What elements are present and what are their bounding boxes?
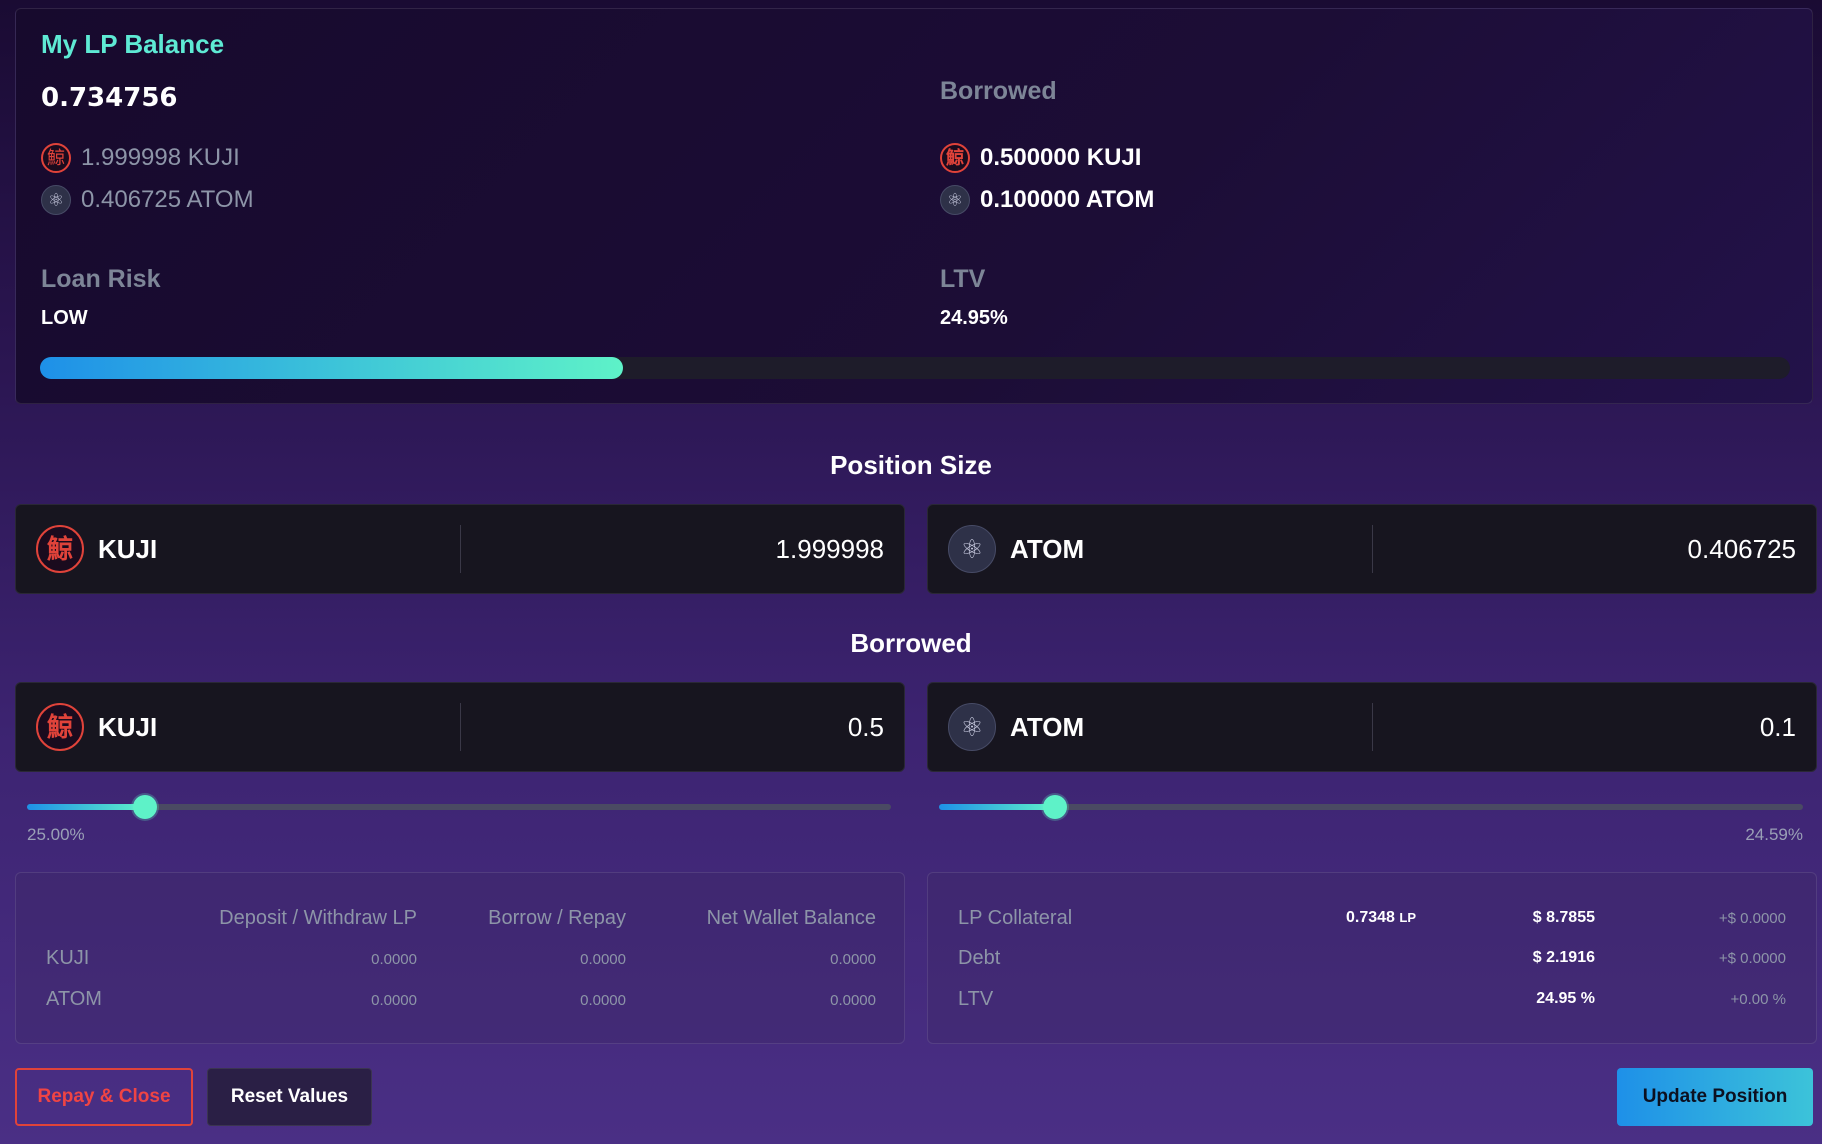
borrowed-atom-token-label: ATOM bbox=[1010, 711, 1085, 742]
col-header-deposit: Deposit / Withdraw LP bbox=[219, 907, 417, 929]
borrow-kuji-slider-label: 25.00% bbox=[27, 825, 85, 844]
debt-usd: $ 2.1916 bbox=[1532, 949, 1595, 966]
col-header-net: Net Wallet Balance bbox=[706, 907, 876, 929]
debt-label: Debt bbox=[958, 947, 1001, 969]
borrowed-token-kuji: 鯨 0.500000 KUJI bbox=[940, 143, 1141, 173]
position-size-heading: Position Size bbox=[830, 450, 992, 480]
ltv-label: LTV bbox=[940, 265, 986, 293]
lp-balance-amount: 0.734756 bbox=[41, 83, 178, 113]
lp-token-atom-text: 0.406725 ATOM bbox=[81, 186, 254, 213]
change-table-card: Deposit / Withdraw LP Borrow / Repay Net… bbox=[15, 872, 905, 1044]
borrowed-kuji-input[interactable]: 鯨 KUJI 0.5 bbox=[15, 682, 905, 772]
row-label-kuji: KUJI bbox=[46, 947, 90, 969]
borrow-atom-slider[interactable] bbox=[939, 795, 1803, 819]
atom-icon: ⚛ bbox=[948, 525, 996, 573]
borrowed-summary-title: Borrowed bbox=[940, 77, 1057, 105]
row-label-atom: ATOM bbox=[46, 988, 102, 1010]
borrow-kuji-slider[interactable] bbox=[27, 795, 891, 819]
position-atom-input[interactable]: ⚛ ATOM 0.406725 bbox=[927, 504, 1817, 594]
borrowed-token-kuji-text: 0.500000 KUJI bbox=[980, 144, 1142, 171]
atom-icon: ⚛ bbox=[948, 703, 996, 751]
repay-close-button[interactable]: Repay & Close bbox=[15, 1068, 193, 1126]
slider-thumb[interactable] bbox=[132, 795, 157, 819]
atom-icon: ⚛ bbox=[41, 185, 71, 215]
lp-collateral-label: LP Collateral bbox=[958, 907, 1073, 929]
input-divider bbox=[1372, 525, 1373, 573]
position-kuji-token: 鯨 KUJI bbox=[36, 505, 157, 593]
stats-ltv-delta: +0.00 % bbox=[1730, 991, 1786, 1008]
lp-collateral-amount: 0.7348 LP bbox=[1346, 909, 1416, 927]
lp-collateral-unit: LP bbox=[1399, 910, 1416, 925]
slider-thumb[interactable] bbox=[1042, 795, 1067, 819]
lp-token-kuji: 鯨 1.999998 KUJI bbox=[41, 143, 240, 173]
debt-delta: +$ 0.0000 bbox=[1718, 950, 1786, 967]
atom-icon: ⚛ bbox=[940, 185, 970, 215]
loan-risk-value: LOW bbox=[41, 307, 88, 329]
table-cell: 0.0000 bbox=[830, 951, 876, 968]
loan-risk-progress-fill bbox=[40, 357, 623, 379]
position-atom-token: ⚛ ATOM bbox=[948, 505, 1084, 593]
borrowed-atom-input[interactable]: ⚛ ATOM 0.1 bbox=[927, 682, 1817, 772]
col-header-borrow: Borrow / Repay bbox=[488, 907, 626, 929]
borrowed-kuji-token: 鯨 KUJI bbox=[36, 683, 157, 771]
table-cell: 0.0000 bbox=[580, 951, 626, 968]
lp-balance-card: My LP Balance 0.734756 鯨 1.999998 KUJI ⚛… bbox=[15, 8, 1813, 404]
borrowed-token-atom: ⚛ 0.100000 ATOM bbox=[940, 185, 1154, 215]
borrowed-kuji-value[interactable]: 0.5 bbox=[848, 683, 884, 771]
stats-ltv-value: 24.95 % bbox=[1536, 990, 1595, 1007]
ltv-value: 24.95% bbox=[940, 307, 1008, 329]
borrowed-atom-token: ⚛ ATOM bbox=[948, 683, 1084, 771]
loan-risk-label: Loan Risk bbox=[41, 265, 161, 293]
table-cell: 0.0000 bbox=[580, 992, 626, 1009]
borrow-atom-slider-label: 24.59% bbox=[1745, 825, 1803, 844]
kuji-icon: 鯨 bbox=[36, 703, 84, 751]
kuji-icon: 鯨 bbox=[41, 143, 71, 173]
reset-values-button[interactable]: Reset Values bbox=[207, 1068, 372, 1126]
position-atom-token-label: ATOM bbox=[1010, 533, 1085, 564]
kuji-icon: 鯨 bbox=[940, 143, 970, 173]
input-divider bbox=[460, 703, 461, 751]
position-stats-card: LP Collateral 0.7348 LP $ 8.7855 +$ 0.00… bbox=[927, 872, 1817, 1044]
lp-collateral-usd: $ 8.7855 bbox=[1532, 909, 1595, 926]
slider-fill bbox=[939, 804, 1055, 810]
update-position-button[interactable]: Update Position bbox=[1617, 1068, 1813, 1126]
loan-risk-progress bbox=[40, 357, 1790, 379]
table-cell: 0.0000 bbox=[371, 992, 417, 1009]
borrowed-heading: Borrowed bbox=[850, 628, 972, 658]
position-kuji-value[interactable]: 1.999998 bbox=[776, 505, 884, 593]
lp-collateral-delta: +$ 0.0000 bbox=[1718, 910, 1786, 927]
input-divider bbox=[1372, 703, 1373, 751]
stats-ltv-label: LTV bbox=[958, 988, 994, 1010]
borrowed-kuji-token-label: KUJI bbox=[98, 711, 158, 742]
position-kuji-token-label: KUJI bbox=[98, 533, 158, 564]
lp-collateral-value: 0.7348 bbox=[1345, 909, 1395, 926]
kuji-icon: 鯨 bbox=[36, 525, 84, 573]
lp-token-atom: ⚛ 0.406725 ATOM bbox=[41, 185, 254, 215]
table-cell: 0.0000 bbox=[830, 992, 876, 1009]
table-cell: 0.0000 bbox=[371, 951, 417, 968]
lp-token-kuji-text: 1.999998 KUJI bbox=[81, 144, 240, 171]
position-kuji-input[interactable]: 鯨 KUJI 1.999998 bbox=[15, 504, 905, 594]
borrowed-token-atom-text: 0.100000 ATOM bbox=[980, 186, 1155, 213]
position-atom-value[interactable]: 0.406725 bbox=[1688, 505, 1796, 593]
input-divider bbox=[460, 525, 461, 573]
slider-fill bbox=[27, 804, 145, 810]
borrowed-atom-value[interactable]: 0.1 bbox=[1760, 683, 1796, 771]
card-title: My LP Balance bbox=[41, 29, 225, 59]
